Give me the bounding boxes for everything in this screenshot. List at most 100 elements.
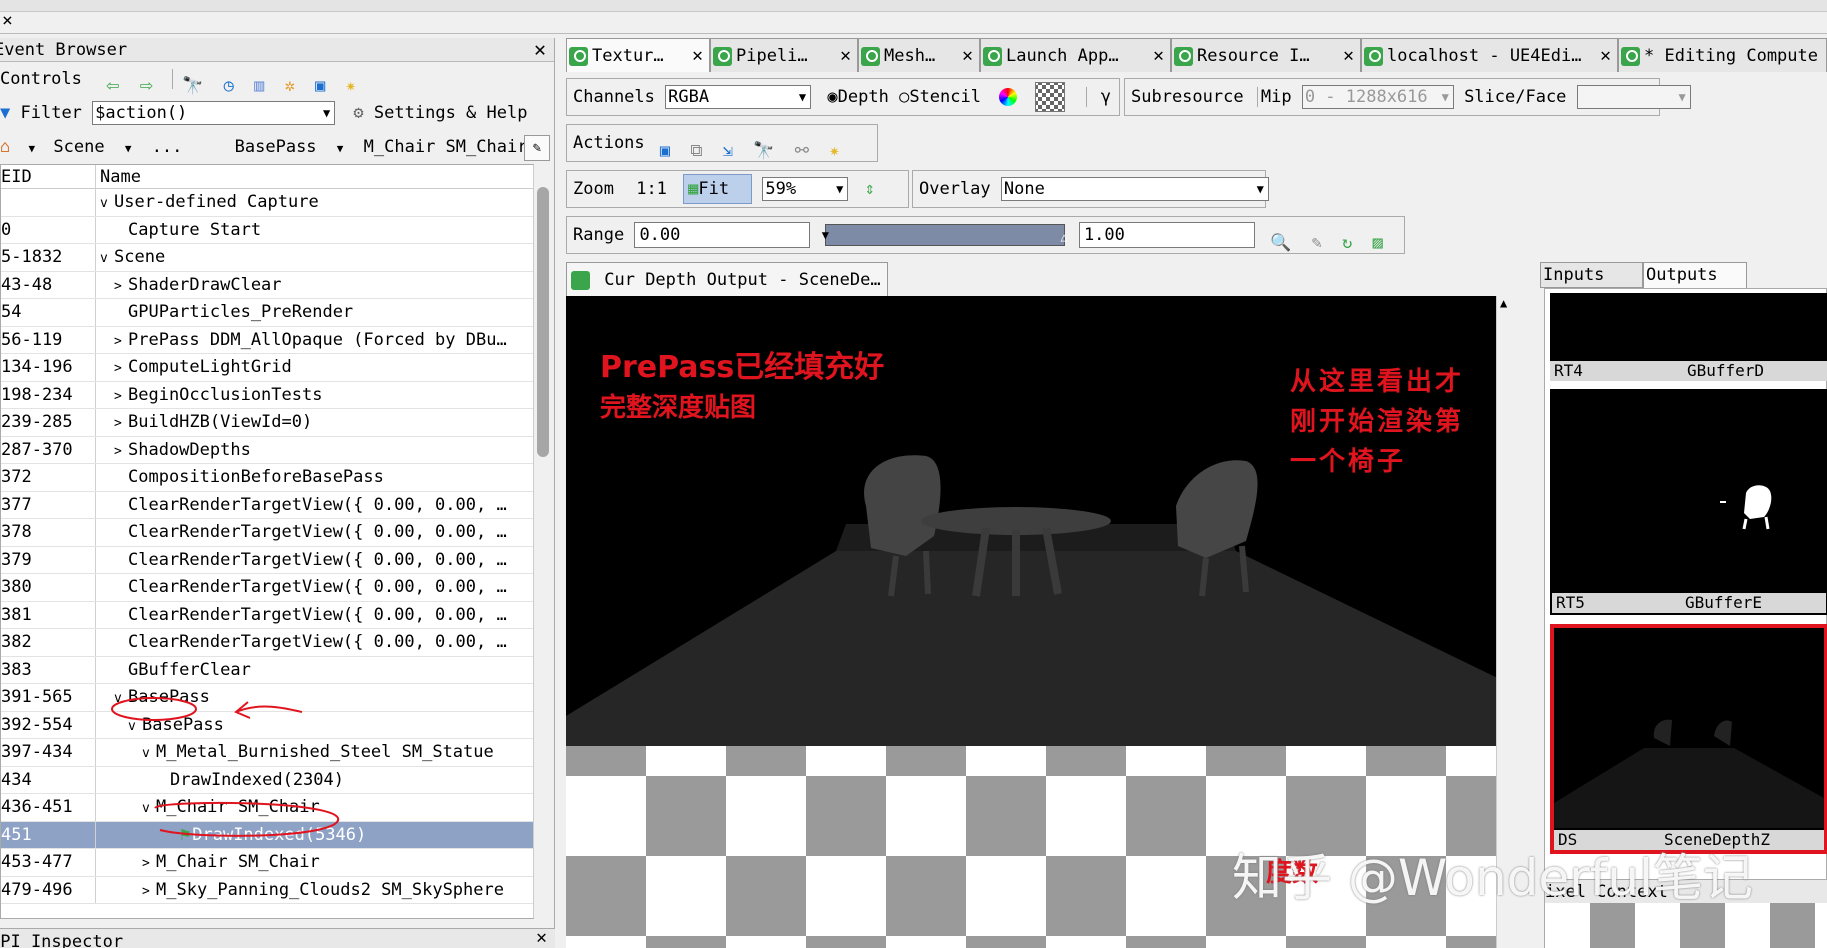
tree-row[interactable]: 198-234 > BeginOcclusionTests (1, 381, 533, 409)
find-icon[interactable]: 🔭 (182, 69, 203, 96)
chevron-down-icon[interactable]: ▼ (1257, 178, 1264, 200)
breadcrumb-item-scene[interactable]: Scene (53, 137, 104, 157)
chevron-down-icon[interactable]: v (142, 795, 156, 821)
close-icon[interactable]: ✕ (692, 39, 703, 72)
thumbnail-gbufferd[interactable]: RT4 GBufferD (1550, 293, 1827, 381)
save-icon[interactable]: ▣ (315, 69, 325, 96)
chevron-down-icon[interactable]: ▼ (799, 86, 806, 108)
breadcrumb-item-chair[interactable]: M_Chair SM_Chair (364, 137, 528, 157)
tree-row[interactable]: 479-496 > M_Sky_Panning_Clouds2 SM_SkySphe… (1, 876, 533, 904)
histogram-icon[interactable]: ▨ (1373, 225, 1383, 253)
close-icon[interactable]: ✕ (1343, 39, 1354, 72)
copy-icon[interactable]: ⧉ (690, 133, 702, 161)
timeline-icon[interactable]: ▥ (254, 69, 264, 96)
chevron-right-icon[interactable]: > (114, 355, 128, 381)
checker-toggle-icon[interactable] (1035, 82, 1066, 112)
tree-row[interactable]: 434 DrawIndexed(2304) (1, 766, 533, 794)
chevron-right-icon[interactable]: > (142, 878, 156, 904)
chevron-down-icon[interactable]: v (142, 740, 156, 766)
chevron-down-icon[interactable]: v (100, 245, 114, 271)
tree-row[interactable]: 287-370 > ShadowDepths (1, 436, 533, 464)
chevron-down-icon[interactable]: v (128, 713, 142, 739)
tab-outputs[interactable]: Outputs (1643, 262, 1747, 288)
tree-row[interactable]: 380 ClearRenderTargetView({ 0.00, 0.00, … (1, 574, 533, 602)
close-icon[interactable]: ✕ (1600, 39, 1611, 72)
find-icon[interactable]: 🔭 (753, 133, 774, 161)
channels-select[interactable]: RGBA ▼ (665, 85, 812, 109)
chevron-right-icon[interactable]: > (114, 273, 128, 299)
reset-icon[interactable]: ↻ (1342, 225, 1352, 253)
gear-icon[interactable]: ⚙ (353, 103, 363, 123)
chevron-down-icon[interactable]: ▼ (1442, 86, 1449, 108)
close-icon[interactable]: ✕ (1153, 39, 1164, 72)
tab-1[interactable]: Pipeli… ✕ (710, 38, 858, 72)
tree-row[interactable]: 397-434 v M_Metal_Burnished_Steel SM_Statu… (1, 739, 533, 767)
tree-row[interactable]: 383 GBufferClear (1, 656, 533, 684)
open-resource-icon[interactable]: ⇲ (723, 133, 733, 161)
link-icon[interactable]: ⚯ (795, 133, 809, 161)
tab-0[interactable]: Textur… ✕ (566, 38, 710, 72)
bookmark-star-icon[interactable]: ✷ (346, 69, 356, 96)
tree-row[interactable]: 381 ClearRenderTargetView({ 0.00, 0.00, … (1, 601, 533, 629)
fit-button[interactable]: ▦Fit (683, 174, 753, 204)
tree-row[interactable]: 54 GPUParticles_PreRender (1, 299, 533, 327)
breadcrumb-item-ellipsis[interactable]: ... (152, 137, 183, 157)
slice-face-select[interactable]: ▼ (1576, 85, 1691, 109)
chevron-right-icon[interactable]: > (114, 383, 128, 409)
tree-row[interactable]: 134-196 > ComputeLightGrid (1, 354, 533, 382)
chevron-down-icon[interactable]: ▼ (1678, 86, 1685, 108)
zoom-select[interactable]: 59% ▼ (762, 177, 849, 201)
tree-row[interactable]: 56-119 > PrePass DDM_AllOpaque (Forced by … (1, 326, 533, 354)
close-icon[interactable]: ✕ (536, 927, 547, 948)
tree-row[interactable]: 382 ClearRenderTargetView({ 0.00, 0.00, … (1, 629, 533, 657)
chevron-right-icon[interactable]: > (114, 328, 128, 354)
breadcrumb-item-basepass[interactable]: BasePass (235, 137, 317, 157)
chevron-down-icon[interactable]: ▼ (337, 142, 344, 155)
zoom-range-icon[interactable]: 🔍 (1270, 225, 1291, 253)
home-icon[interactable]: ⌂ (0, 137, 10, 157)
tree-row[interactable]: v User-defined Capture (1, 189, 533, 217)
tree-row[interactable]: 436-451 v M_Chair SM_Chair (1, 794, 533, 822)
tree-row[interactable]: 453-477 > M_Chair SM_Chair (1, 849, 533, 877)
tree-row[interactable]: 239-285 > BuildHZB(ViewId=0) (1, 409, 533, 437)
tab-6[interactable]: * Editing Compute (1618, 38, 1827, 72)
tree-row[interactable]: 5-1832 v Scene (1, 244, 533, 272)
picker-icon[interactable]: ✎ (1312, 225, 1322, 253)
tree-row[interactable]: 451 ⚑ DrawIndexed(5346) (1, 821, 533, 849)
chevron-right-icon[interactable]: > (114, 438, 128, 464)
save-icon[interactable]: ▣ (660, 133, 670, 161)
tree-row[interactable]: 391-565 v BasePass (1, 684, 533, 712)
settings-help-button[interactable]: Settings & Help (374, 103, 528, 123)
stencil-radio[interactable]: ○ (899, 87, 909, 107)
tree-row[interactable]: 379 ClearRenderTargetView({ 0.00, 0.00, … (1, 546, 533, 574)
chevron-right-icon[interactable]: > (142, 850, 156, 876)
chevron-down-icon[interactable]: ▼ (125, 142, 132, 155)
chevron-down-icon[interactable]: ▼ (836, 178, 843, 200)
tree-row[interactable]: 43-48 > ShaderDrawClear (1, 271, 533, 299)
range-min-handle[interactable]: ▼ (822, 217, 829, 253)
tab-3[interactable]: Launch App… ✕ (980, 38, 1171, 72)
col-name-header[interactable]: Name (96, 165, 533, 188)
chevron-down-icon[interactable]: ▼ (29, 142, 36, 155)
thumbnail-gbuffere[interactable]: RT5 GBufferE (1550, 389, 1827, 615)
clock-icon[interactable]: ◷ (224, 69, 234, 96)
tab-5[interactable]: localhost - UE4Edi… ✕ (1361, 38, 1618, 72)
chevron-down-icon[interactable]: v (114, 685, 128, 711)
gamma-button[interactable]: γ (1101, 87, 1111, 107)
depth-radio[interactable]: ◉ (827, 87, 837, 107)
col-eid-header[interactable]: EID (1, 165, 96, 188)
chevron-right-icon[interactable]: > (114, 410, 128, 436)
flip-icon[interactable]: ⇕ (865, 179, 875, 199)
range-min-input[interactable]: 0.00 (634, 222, 811, 248)
arrow-left-icon[interactable]: ⇦ (106, 69, 119, 98)
scroll-up-icon[interactable]: ▲ (1500, 296, 1507, 310)
close-icon[interactable]: ✕ (840, 39, 851, 72)
range-max-input[interactable]: 1.00 (1078, 222, 1255, 248)
filter-input[interactable]: $action() ▼ (92, 101, 336, 125)
arrow-right-icon[interactable]: ⇨ (140, 69, 153, 98)
tree-row[interactable]: 372 CompositionBeforeBasePass (1, 464, 533, 492)
tab-inputs[interactable]: Inputs (1540, 262, 1643, 288)
mip-select[interactable]: 0 - 1288x616 ▼ (1301, 85, 1454, 109)
tab-4[interactable]: Resource I… ✕ (1171, 38, 1361, 72)
chevron-down-icon[interactable]: v (100, 190, 114, 216)
